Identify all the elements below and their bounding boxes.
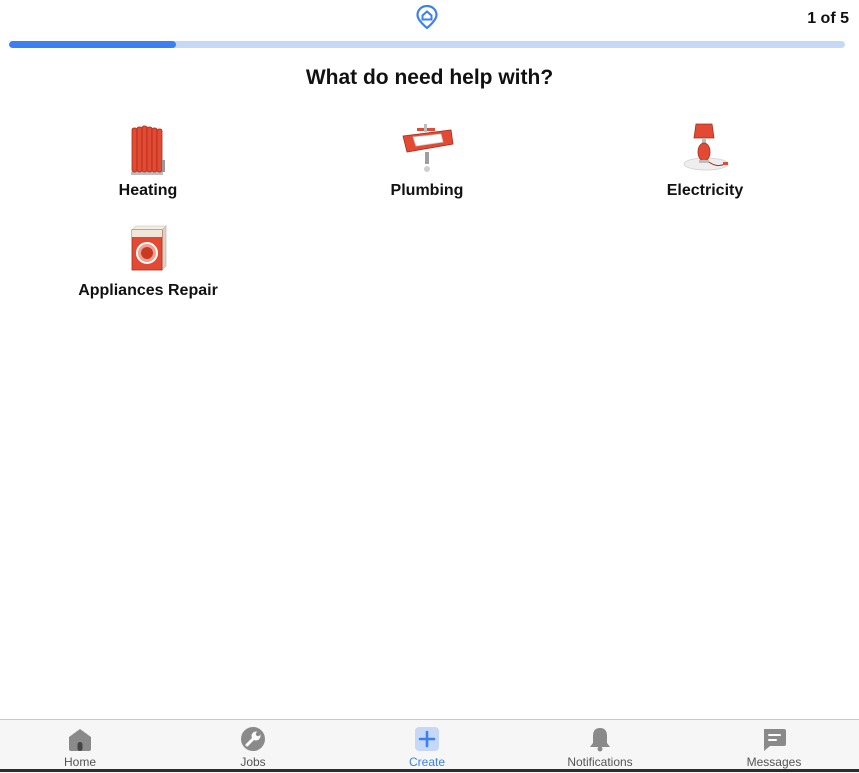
category-label: Plumbing bbox=[390, 182, 464, 199]
tab-label: Home bbox=[63, 755, 96, 769]
sink-icon bbox=[402, 124, 454, 172]
tab-label: Notifications bbox=[567, 755, 633, 769]
message-icon bbox=[764, 729, 786, 751]
progress-bar bbox=[9, 41, 845, 48]
page-title: What do need help with? bbox=[305, 66, 554, 89]
category-label: Appliances Repair bbox=[78, 282, 218, 299]
category-plumbing[interactable]: Plumbing bbox=[337, 122, 517, 200]
tab-create[interactable]: Create bbox=[341, 720, 513, 773]
home-icon bbox=[69, 729, 91, 751]
tab-label: Messages bbox=[746, 755, 802, 769]
tab-messages[interactable]: Messages bbox=[688, 720, 859, 773]
tab-jobs[interactable]: Jobs bbox=[167, 720, 339, 773]
bottom-nav-bar: Home Jobs Create Notifications Messages bbox=[0, 719, 859, 773]
tab-label: Create bbox=[408, 755, 446, 769]
radiator-icon bbox=[131, 125, 165, 175]
washing-machine-icon bbox=[131, 225, 167, 271]
category-heating[interactable]: Heating bbox=[58, 122, 238, 200]
home-location-pin-icon bbox=[416, 5, 438, 29]
tab-home[interactable]: Home bbox=[0, 720, 166, 773]
plus-icon bbox=[415, 727, 439, 751]
progress-bar-fill bbox=[9, 41, 177, 48]
lamp-icon bbox=[683, 123, 729, 171]
bell-icon bbox=[590, 728, 610, 752]
category-label: Electricity bbox=[666, 182, 744, 199]
category-label: Heating bbox=[118, 182, 178, 199]
wrench-icon bbox=[241, 727, 265, 751]
category-appliances-repair[interactable]: Appliances Repair bbox=[58, 222, 238, 300]
tab-label: Jobs bbox=[240, 755, 266, 769]
category-electricity[interactable]: Electricity bbox=[615, 122, 795, 200]
step-counter: 1 of 5 bbox=[807, 10, 849, 27]
tab-notifications[interactable]: Notifications bbox=[514, 720, 686, 773]
